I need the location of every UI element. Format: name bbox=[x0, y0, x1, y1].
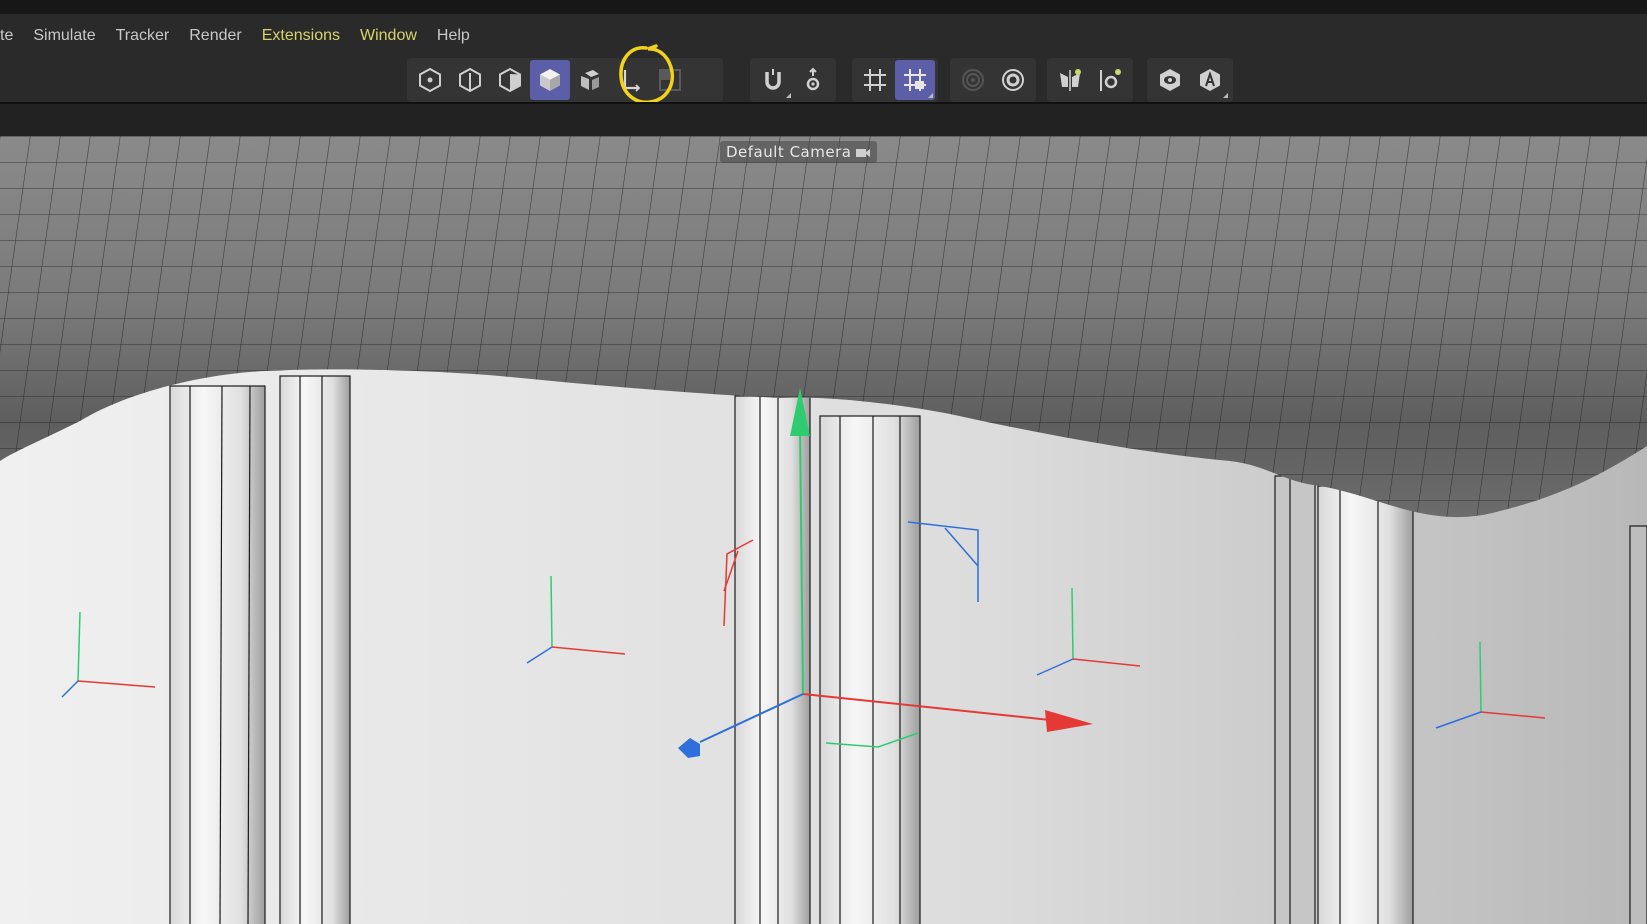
edges-mode-button[interactable] bbox=[450, 60, 490, 100]
viewport-header-bar bbox=[0, 104, 1647, 136]
snap-toolbar-group bbox=[750, 58, 836, 102]
points-mode-icon bbox=[419, 67, 441, 93]
submenu-indicator bbox=[786, 93, 791, 98]
points-mode-button[interactable] bbox=[410, 60, 450, 100]
model-mode-button[interactable] bbox=[530, 60, 570, 100]
symmetry-settings-button[interactable] bbox=[1090, 60, 1130, 100]
magnet-snap-button[interactable] bbox=[753, 60, 793, 100]
snap-settings-icon bbox=[806, 67, 820, 91]
menu-render[interactable]: Render bbox=[179, 27, 251, 45]
view-visibility-icon bbox=[1160, 69, 1180, 91]
annotation-circle bbox=[619, 44, 675, 104]
grid-snap-icon bbox=[864, 69, 886, 91]
auto-keyframe-button[interactable] bbox=[1190, 60, 1230, 100]
menu-window[interactable]: Window bbox=[350, 27, 427, 45]
modeling-toolbar-group bbox=[950, 58, 1036, 102]
window-title-bar bbox=[0, 0, 1647, 14]
soft-selection-icon bbox=[962, 69, 984, 91]
symmetry-settings-icon bbox=[1100, 69, 1121, 91]
edges-mode-icon bbox=[459, 67, 481, 93]
grid-lock-button[interactable] bbox=[895, 60, 935, 100]
symmetry-button[interactable] bbox=[1050, 60, 1090, 100]
menu-simulate[interactable]: Simulate bbox=[23, 27, 105, 45]
uv-mode-icon bbox=[581, 70, 599, 90]
main-menu-bar: te Simulate Tracker Render Extensions Wi… bbox=[0, 14, 1647, 58]
menu-extensions[interactable]: Extensions bbox=[252, 27, 350, 45]
grid-toolbar-group bbox=[852, 58, 938, 102]
uv-mode-button[interactable] bbox=[570, 60, 610, 100]
polygons-mode-button[interactable] bbox=[490, 60, 530, 100]
modeling-settings-button[interactable] bbox=[993, 60, 1033, 100]
auto-keyframe-icon bbox=[1200, 69, 1220, 91]
snap-settings-button[interactable] bbox=[793, 60, 833, 100]
view-toolbar-group bbox=[1147, 58, 1233, 102]
camera-icon bbox=[856, 149, 871, 157]
viewport-scene bbox=[0, 136, 1647, 924]
symmetry-icon bbox=[1060, 69, 1081, 91]
soft-selection-button[interactable] bbox=[953, 60, 993, 100]
grid-snap-button[interactable] bbox=[855, 60, 895, 100]
symmetry-toolbar-group bbox=[1047, 58, 1133, 102]
view-visibility-button[interactable] bbox=[1150, 60, 1190, 100]
magnet-snap-icon bbox=[765, 69, 781, 90]
submenu-indicator bbox=[928, 93, 933, 98]
camera-label[interactable]: Default Camera bbox=[720, 141, 878, 163]
submenu-indicator bbox=[1223, 93, 1228, 98]
polygons-mode-icon bbox=[499, 67, 521, 93]
menu-help[interactable]: Help bbox=[427, 27, 480, 45]
modeling-settings-icon bbox=[1002, 69, 1024, 91]
model-mode-icon bbox=[540, 69, 560, 91]
grid-lock-icon bbox=[904, 69, 926, 91]
menu-tracker[interactable]: Tracker bbox=[106, 27, 180, 45]
camera-label-text: Default Camera bbox=[726, 143, 852, 161]
menu-create[interactable]: te bbox=[0, 27, 23, 45]
3d-viewport[interactable] bbox=[0, 136, 1647, 924]
